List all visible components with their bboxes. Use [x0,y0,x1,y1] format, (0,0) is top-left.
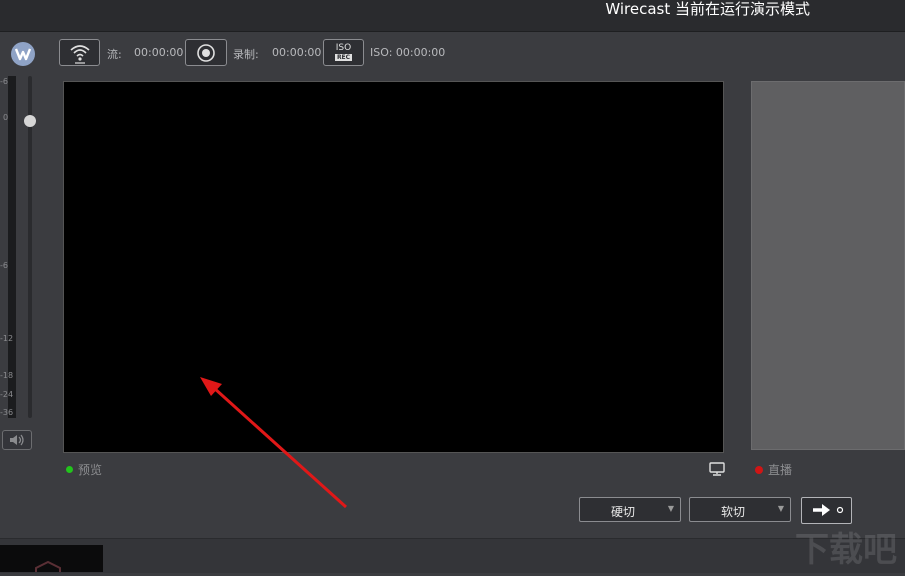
record-label: 录制: [233,48,259,61]
audio-meter [8,76,16,418]
live-status-dot [755,465,763,474]
window-title: Wirecast 当前在运行演示模式 [605,0,810,18]
chevron-down-icon: ▼ [667,504,674,513]
scale-tick: -18 [0,371,14,380]
shot-thumbnail[interactable] [0,545,103,572]
watermark: 下载吧 [795,530,897,570]
iso-icon-text: ISO [335,43,352,53]
volume-slider-track[interactable] [28,76,32,418]
title-bar: Wirecast 当前在运行演示模式 [0,0,905,32]
monitor-icon[interactable] [708,462,726,476]
scale-tick: -24 [0,390,14,399]
preview-indicator: 预览 [66,461,102,478]
record-timer: 00:00:00 [272,46,322,59]
iso-timer: ISO: 00:00:00 [370,46,446,59]
cut-transition-label: 硬切 [610,505,635,519]
stream-timer: 00:00:00 [134,46,184,59]
live-monitor[interactable] [751,81,905,450]
scale-tick: -12 [0,334,14,343]
broadcast-icon [69,44,90,64]
scale-tick: -36 [0,408,14,417]
speaker-icon [10,434,24,446]
stream-label: 流: [107,48,122,61]
arrow-right-icon [813,504,844,516]
scale-tick: -6 [0,77,8,86]
rec-icon-text: REC [334,54,353,61]
record-icon [197,43,215,62]
preview-status-dot [66,466,73,473]
scale-tick: 0 [3,113,9,122]
scale-tick: -6 [0,261,8,270]
preview-monitor[interactable] [63,81,724,453]
shot-layer-strip [0,538,905,573]
go-transition-button[interactable] [801,497,852,524]
record-button[interactable] [185,39,227,66]
smooth-transition-label: 软切 [720,505,745,519]
smooth-transition-dropdown[interactable]: 软切 ▼ [689,497,791,522]
mute-button[interactable] [2,430,32,450]
shot-icon [35,560,61,572]
live-indicator: 直播 [755,461,792,478]
cut-transition-dropdown[interactable]: 硬切 ▼ [579,497,681,522]
live-label: 直播 [768,463,793,477]
chevron-down-icon: ▼ [777,504,784,513]
volume-slider-thumb[interactable] [24,115,36,127]
wirecast-logo-icon[interactable] [11,42,35,66]
stream-button[interactable] [59,39,100,66]
iso-record-button[interactable]: ISO REC [323,39,364,66]
preview-label: 预览 [78,463,103,477]
